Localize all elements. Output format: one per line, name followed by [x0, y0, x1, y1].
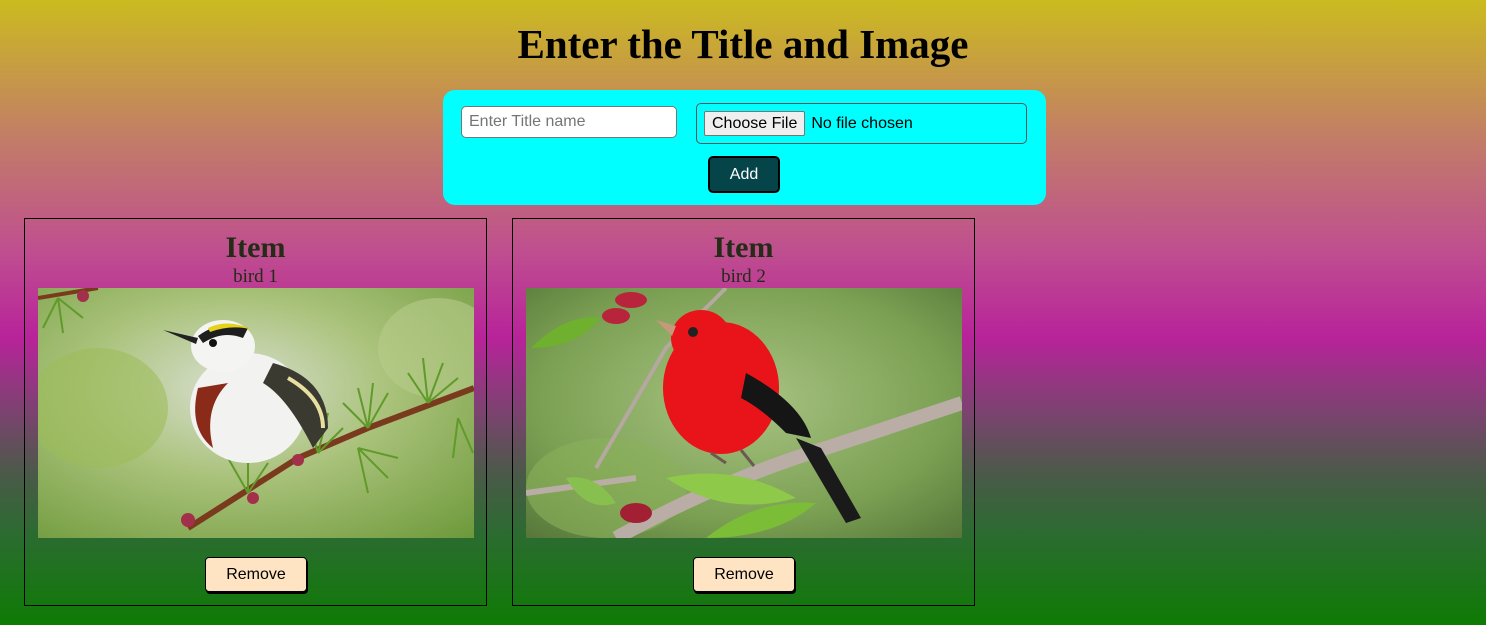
add-button[interactable]: Add [708, 156, 780, 193]
title-input[interactable] [461, 106, 677, 138]
file-status-text: No file chosen [811, 114, 913, 132]
remove-button[interactable]: Remove [693, 557, 795, 592]
page-title: Enter the Title and Image [517, 21, 969, 67]
item-card: Item bird 1 Remove [24, 218, 487, 606]
card-heading: Item [713, 231, 774, 264]
item-card: Item bird 2 Remove [512, 218, 975, 606]
card-title: bird 2 [721, 266, 766, 287]
remove-button[interactable]: Remove [205, 557, 307, 592]
add-item-form: Choose File No file chosen Add [443, 90, 1046, 205]
file-input[interactable]: Choose File No file chosen [696, 103, 1027, 144]
card-title: bird 1 [233, 266, 278, 287]
bird-image [38, 288, 474, 538]
card-heading: Item [225, 231, 286, 264]
choose-file-button[interactable]: Choose File [704, 111, 806, 136]
bird-image [526, 288, 962, 538]
